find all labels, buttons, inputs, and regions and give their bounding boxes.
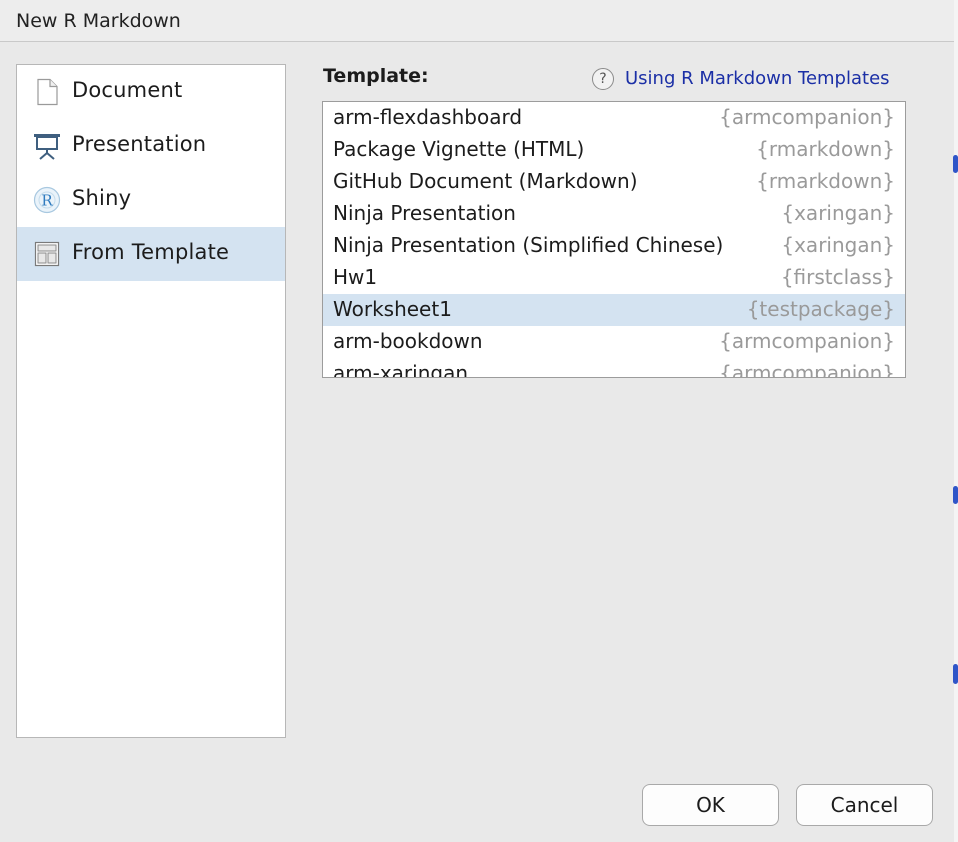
template-heading: Template: xyxy=(323,65,429,87)
dialog-title: New R Markdown xyxy=(16,10,181,32)
document-icon xyxy=(33,78,61,106)
cancel-button[interactable]: Cancel xyxy=(796,784,933,826)
sidebar-item-document[interactable]: Document xyxy=(17,65,285,119)
template-name: Ninja Presentation xyxy=(333,201,516,225)
sidebar-item-label: From Template xyxy=(72,240,230,264)
template-row[interactable]: Ninja Presentation {xaringan} xyxy=(323,198,905,230)
template-row[interactable]: Package Vignette (HTML) {rmarkdown} xyxy=(323,134,905,166)
template-name: Worksheet1 xyxy=(333,297,452,321)
template-name: arm-xaringan xyxy=(333,361,468,378)
sidebar-item-from-template[interactable]: From Template xyxy=(17,227,285,281)
dialog-titlebar: New R Markdown xyxy=(0,0,958,42)
sidebar-item-label: Presentation xyxy=(72,132,207,156)
template-list[interactable]: arm-flexdashboard {armcompanion} Package… xyxy=(322,101,906,378)
template-name: Ninja Presentation (Simplified Chinese) xyxy=(333,233,724,257)
ok-button[interactable]: OK xyxy=(642,784,779,826)
template-name: Hw1 xyxy=(333,265,378,289)
background-window-edge xyxy=(954,0,958,842)
sidebar-item-label: Shiny xyxy=(72,186,132,210)
template-row[interactable]: arm-flexdashboard {armcompanion} xyxy=(323,102,905,134)
template-package: {firstclass} xyxy=(780,265,895,289)
template-row[interactable]: arm-xaringan {armcompanion} xyxy=(323,358,905,378)
sidebar-item-label: Document xyxy=(72,78,183,102)
background-edge-marker xyxy=(953,664,958,684)
template-row[interactable]: arm-bookdown {armcompanion} xyxy=(323,326,905,358)
template-row[interactable]: Hw1 {firstclass} xyxy=(323,262,905,294)
sidebar-item-shiny[interactable]: R Shiny xyxy=(17,173,285,227)
template-package: {armcompanion} xyxy=(719,105,895,129)
template-name: GitHub Document (Markdown) xyxy=(333,169,638,193)
template-name: arm-bookdown xyxy=(333,329,483,353)
shiny-icon: R xyxy=(33,186,61,214)
template-package: {xaringan} xyxy=(781,201,895,225)
template-package: {armcompanion} xyxy=(719,329,895,353)
help-link-text[interactable]: Using R Markdown Templates xyxy=(625,68,890,89)
template-package: {rmarkdown} xyxy=(756,169,895,193)
presentation-icon xyxy=(33,132,61,160)
template-package: {armcompanion} xyxy=(719,361,895,378)
template-row[interactable]: Ninja Presentation (Simplified Chinese) … xyxy=(323,230,905,262)
help-icon: ? xyxy=(592,68,614,90)
template-package: {xaringan} xyxy=(781,233,895,257)
templates-help-link[interactable]: ? Using R Markdown Templates xyxy=(592,67,908,93)
sidebar-item-presentation[interactable]: Presentation xyxy=(17,119,285,173)
template-package: {testpackage} xyxy=(746,297,895,321)
svg-text:R: R xyxy=(41,192,53,210)
background-edge-marker xyxy=(953,155,958,173)
template-row[interactable]: GitHub Document (Markdown) {rmarkdown} xyxy=(323,166,905,198)
template-row-selected[interactable]: Worksheet1 {testpackage} xyxy=(323,294,905,326)
template-name: arm-flexdashboard xyxy=(333,105,523,129)
template-name: Package Vignette (HTML) xyxy=(333,137,585,161)
template-package: {rmarkdown} xyxy=(756,137,895,161)
format-sidebar: Document Presentation R Shiny From Templ… xyxy=(16,64,286,738)
background-edge-marker xyxy=(953,486,958,504)
template-icon xyxy=(33,240,61,268)
